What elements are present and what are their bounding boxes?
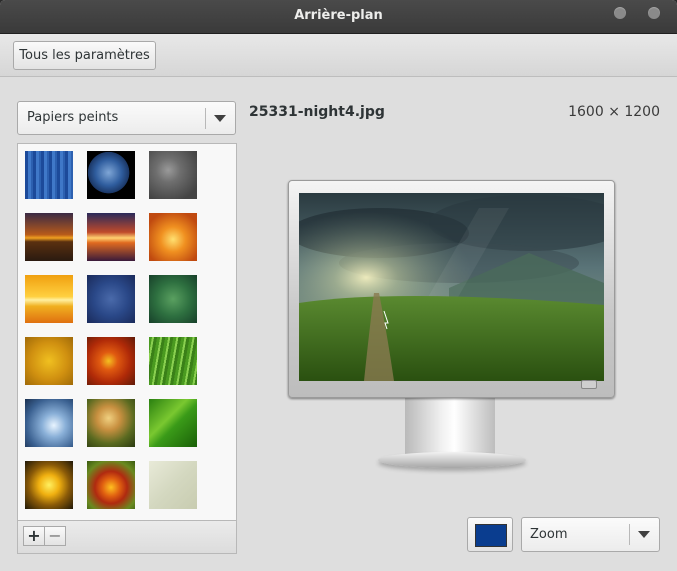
pale-leaf-thumb[interactable] [149, 461, 197, 509]
wallpaper-gallery [17, 143, 237, 521]
orange-flowers-thumb[interactable] [87, 461, 135, 509]
close-icon[interactable] [648, 7, 660, 19]
monitor-stand [405, 395, 495, 457]
window-title: Arrière-plan [294, 8, 383, 23]
monitor-preview [288, 180, 615, 398]
monitor-base [378, 452, 526, 468]
combo-separator [629, 524, 630, 545]
earth-thumb[interactable] [87, 151, 135, 199]
green-leaf-thumb[interactable] [149, 399, 197, 447]
yellow-flower-thumb[interactable] [25, 461, 73, 509]
orange-bokeh-thumb[interactable] [149, 213, 197, 261]
wallpaper-preview-image [299, 193, 604, 381]
background-settings-window: Arrière-plan Tous les paramètres Papiers… [0, 0, 677, 571]
all-settings-button[interactable]: Tous les paramètres [13, 41, 156, 70]
red-flower-thumb[interactable] [87, 337, 135, 385]
orange-light-burst-thumb[interactable] [87, 213, 135, 261]
wallpaper-source-label: Papiers peints [27, 110, 119, 125]
power-button-icon [581, 380, 597, 389]
chevron-down-icon [638, 531, 650, 538]
title-bar: Arrière-plan [0, 0, 677, 34]
color-swatch [475, 524, 507, 547]
chevron-down-icon [214, 115, 226, 122]
toolbar: Tous les paramètres [0, 34, 677, 77]
placement-combo[interactable]: Zoom [521, 517, 660, 552]
water-drops-gray-thumb[interactable] [149, 151, 197, 199]
wallpaper-dimensions: 1600 × 1200 [568, 104, 660, 120]
dark-blue-thumb[interactable] [87, 275, 135, 323]
dark-green-thumb[interactable] [149, 275, 197, 323]
minimize-icon[interactable] [614, 7, 626, 19]
placement-label: Zoom [530, 527, 568, 542]
main-content: Papiers peints + − 25331-night4.jpg 1600… [0, 77, 677, 571]
wallpaper-filename: 25331-night4.jpg [249, 104, 385, 120]
landscape-preview [299, 193, 604, 381]
color-button[interactable] [467, 517, 513, 552]
blue-stripes-thumb[interactable] [25, 151, 73, 199]
dandelion-thumb[interactable] [87, 399, 135, 447]
yellow-glow-thumb[interactable] [25, 275, 73, 323]
water-drop-blue-thumb[interactable] [25, 399, 73, 447]
green-grass-thumb[interactable] [149, 337, 197, 385]
sunset-dunes-thumb[interactable] [25, 213, 73, 261]
yellow-radial-thumb[interactable] [25, 337, 73, 385]
combo-separator [205, 108, 206, 129]
wallpaper-source-combo[interactable]: Papiers peints [17, 101, 236, 135]
remove-wallpaper-button[interactable]: − [44, 526, 66, 546]
add-wallpaper-button[interactable]: + [23, 526, 45, 546]
gallery-footer: + − [17, 521, 237, 554]
